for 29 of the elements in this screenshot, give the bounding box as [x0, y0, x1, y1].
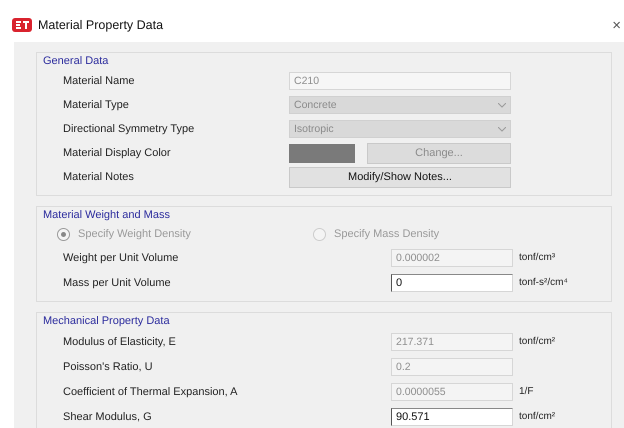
unit-label: tonf/cm² [519, 411, 556, 422]
unit-label: tonf-s²/cm⁴ [519, 277, 568, 288]
unit-label: tonf/cm² [519, 336, 556, 347]
close-button[interactable]: × [612, 16, 621, 34]
field-label: Directional Symmetry Type [63, 123, 196, 135]
field-label: Modulus of Elasticity, E [63, 336, 177, 348]
field-label: Material Type [63, 99, 130, 111]
field-label: Material Display Color [63, 147, 172, 159]
field-label: Material Name [63, 75, 136, 87]
field-label: Material Notes [63, 171, 135, 183]
radio-label: Specify Weight Density [78, 228, 191, 240]
group-title: General Data [43, 55, 108, 67]
unit-label: 1/F [519, 386, 534, 397]
field-label: Coefficient of Thermal Expansion, A [63, 386, 238, 398]
caret-icon [498, 126, 506, 132]
group-title: Mechanical Property Data [43, 315, 170, 327]
text-field[interactable]: 0 [391, 274, 513, 292]
unit-label: tonf/cm³ [519, 252, 556, 263]
group-title: Material Weight and Mass [43, 209, 170, 221]
field-label: Shear Modulus, G [63, 410, 153, 422]
text-field[interactable]: 90.571 [391, 408, 513, 426]
window-title: Material Property Data [38, 18, 164, 32]
radio-label: Specify Mass Density [334, 228, 440, 240]
app-logo-icon [12, 18, 32, 32]
field-label: Weight per Unit Volume [63, 252, 180, 264]
notes-button[interactable]: Modify/Show Notes... [289, 166, 511, 188]
field-label: Poisson's Ratio, U [63, 360, 154, 372]
field-label: Mass per Unit Volume [63, 276, 172, 288]
caret-icon [498, 102, 506, 108]
